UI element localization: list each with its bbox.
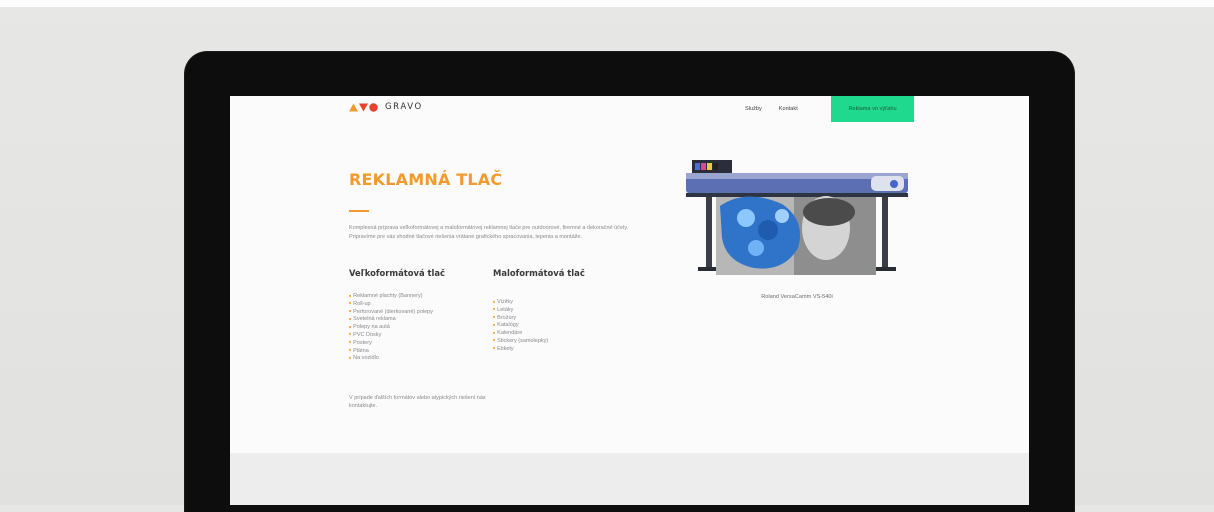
list-item: Svetelná reklama xyxy=(349,316,433,324)
large-format-heading: Veľkoformátová tlač xyxy=(349,268,445,278)
logo-shapes-icon xyxy=(349,102,378,112)
list-item: Polepy na autá xyxy=(349,324,433,332)
contact-note: V prípade ďalších formátov alebo atypick… xyxy=(349,395,486,410)
main-nav: Služby Kontakt Reklama vo výťahu xyxy=(745,96,914,122)
list-item: Brožúry xyxy=(493,315,548,323)
list-item: Etikety xyxy=(493,346,548,354)
nav-cta-button[interactable]: Reklama vo výťahu xyxy=(831,96,914,122)
website-screen: GRAVO Služby Kontakt Reklama vo výťahu R… xyxy=(230,96,1029,505)
list-item: Stickery (samolepky) xyxy=(493,338,548,346)
brand-name: GRAVO xyxy=(385,102,423,112)
nav-link-services[interactable]: Služby xyxy=(745,106,762,112)
small-format-list: Vizitky Letáky Brožúry Katalógy Kalendár… xyxy=(493,299,548,354)
list-item: Kalendáre xyxy=(493,330,548,338)
printer-image xyxy=(686,160,908,275)
list-item: PVC Dosky xyxy=(349,332,433,340)
backdrop-strip xyxy=(0,0,1214,7)
list-item: Letáky xyxy=(493,307,548,315)
footer-section xyxy=(230,453,1029,505)
list-item: Vizitky xyxy=(493,299,548,307)
list-item: Perforované (dierkované) polepy xyxy=(349,309,433,317)
list-item: Postery xyxy=(349,340,433,348)
list-item: Reklamné plachty (Bannery) xyxy=(349,293,433,301)
brand-logo[interactable]: GRAVO xyxy=(349,102,423,112)
small-format-heading: Maloformátová tlač xyxy=(493,268,585,278)
list-item: Na vozidlo xyxy=(349,355,433,363)
page-title: REKLAMNÁ TLAČ xyxy=(349,170,503,189)
title-underline xyxy=(349,210,369,212)
large-format-list: Reklamné plachty (Bannery) Roll-up Perfo… xyxy=(349,293,433,363)
nav-link-contact[interactable]: Kontakt xyxy=(779,106,798,112)
intro-text: Komplexná príprava veľkoformátovej a mal… xyxy=(349,225,629,240)
printer-caption: Roland VersaCamm VS-540i xyxy=(761,294,833,300)
list-item: Katalógy xyxy=(493,322,548,330)
list-item: Roll-up xyxy=(349,301,433,309)
list-item: Plátna xyxy=(349,348,433,356)
